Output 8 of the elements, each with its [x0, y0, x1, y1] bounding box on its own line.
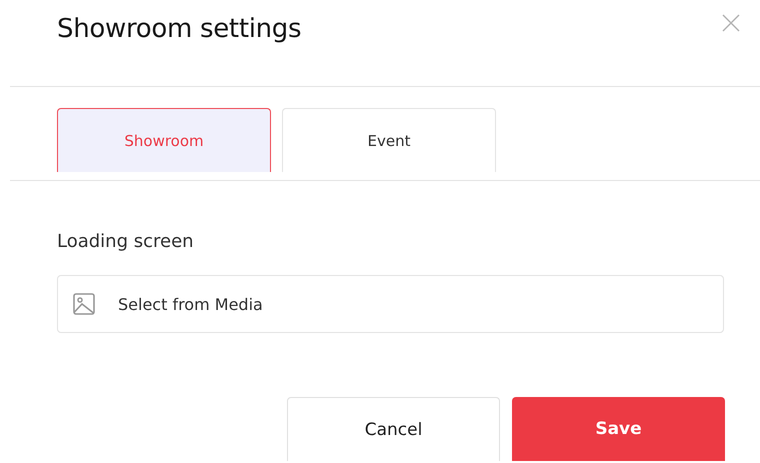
field-label: Loading screen [57, 231, 195, 252]
cancel-button[interactable]: Cancel [287, 397, 500, 461]
dialog-title: Showroom settings [57, 14, 302, 44]
tab[interactable]: Showroom [57, 108, 271, 172]
media-select-field[interactable]: Select from Media [57, 275, 724, 333]
close-icon[interactable] [722, 14, 740, 32]
save-button[interactable]: Save [512, 397, 725, 461]
tab[interactable]: Event [282, 108, 496, 172]
